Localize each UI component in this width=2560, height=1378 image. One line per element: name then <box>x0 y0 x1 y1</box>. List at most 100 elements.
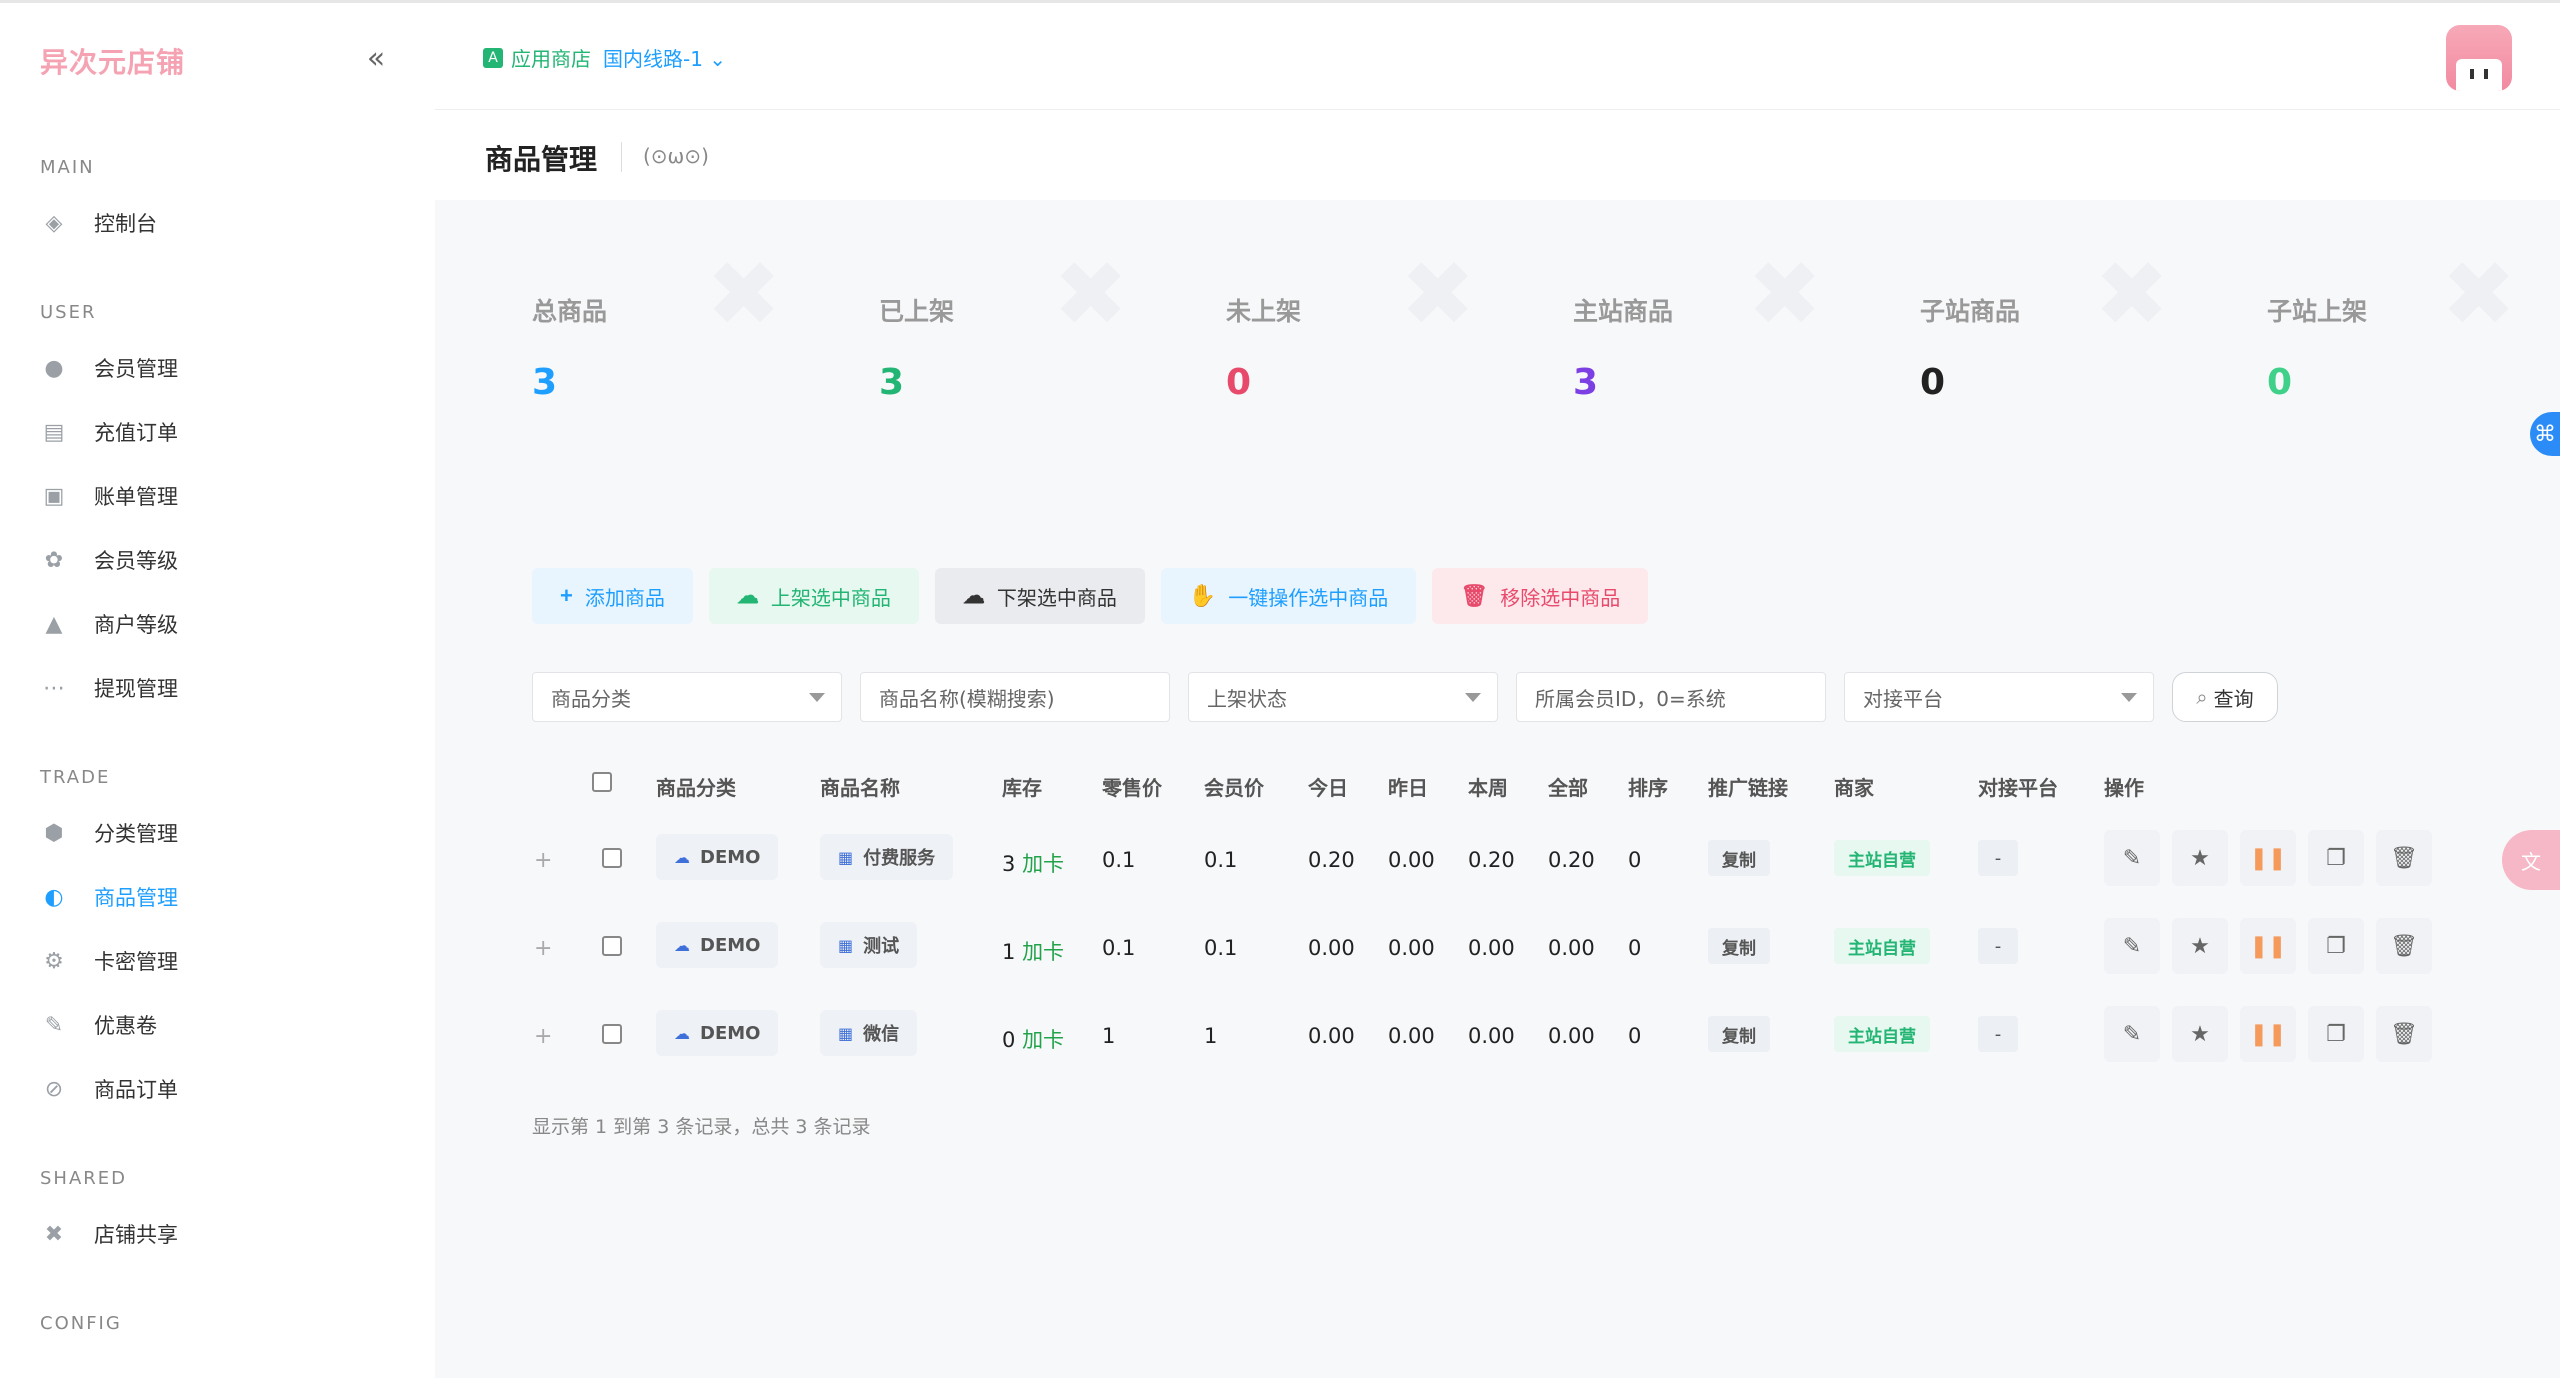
delete-button[interactable]: 🗑 <box>2376 830 2432 886</box>
sidebar-item-member-level[interactable]: ✿ 会员等级 <box>40 538 400 582</box>
delete-button[interactable]: 🗑 <box>2376 1006 2432 1062</box>
expand-row-icon[interactable]: + <box>534 848 552 873</box>
platform-select[interactable]: 对接平台 <box>1844 672 2154 722</box>
avatar[interactable] <box>2446 25 2512 91</box>
edit-button[interactable]: ✎ <box>2104 830 2160 886</box>
week-sales: 0.00 <box>1468 936 1515 960</box>
add-card-link[interactable]: 加卡 <box>1022 940 1064 964</box>
star-button[interactable]: ★ <box>2172 1006 2228 1062</box>
sort-value: 0 <box>1628 848 1642 872</box>
stat-value: 0 <box>2267 362 2293 403</box>
retail-price: 1 <box>1102 1024 1116 1048</box>
query-button[interactable]: ⌕ 查询 <box>2172 672 2278 722</box>
input-placeholder: 商品名称(模糊搜索) <box>879 686 1055 711</box>
add-goods-button[interactable]: + 添加商品 <box>532 568 693 624</box>
sidebar-item-withdraw[interactable]: ⋯ 提现管理 <box>40 666 400 710</box>
merchant-badge: 主站自营 <box>1834 928 1930 964</box>
input-placeholder: 所属会员ID，0=系统 <box>1535 686 1726 711</box>
stock-cell: 1 加卡 <box>1002 936 1064 966</box>
copy-button[interactable]: ❐ <box>2308 918 2364 974</box>
column-header: 商家 <box>1834 776 1874 800</box>
name-search-input[interactable]: 商品名称(模糊搜索) <box>860 672 1170 722</box>
sidebar-item-label: 会员管理 <box>94 357 178 381</box>
copy-link-button[interactable]: 复制 <box>1708 1016 1770 1052</box>
button-label: 查询 <box>2213 686 2254 711</box>
sidebar-item-coupons[interactable]: ✎ 优惠卷 <box>40 1003 400 1047</box>
dashboard-icon: ◈ <box>45 210 63 236</box>
stat-label: 总商品 <box>532 297 608 326</box>
sidebar-item-members[interactable]: ● 会员管理 <box>40 346 400 390</box>
stat-listed: ✖ 已上架 3 <box>843 250 1143 470</box>
platform-badge: - <box>1978 928 2018 964</box>
column-header: 排序 <box>1628 776 1668 800</box>
card-icon: ⚙ <box>44 948 64 974</box>
stock-cell: 0 加卡 <box>1002 1024 1064 1054</box>
tag-label: DEMO <box>700 934 761 956</box>
sidebar-item-label: 充值订单 <box>94 421 178 445</box>
translate-icon[interactable]: 文 <box>2502 830 2560 890</box>
expand-row-icon[interactable]: + <box>534 1024 552 1049</box>
column-header: 操作 <box>2104 776 2144 800</box>
stat-value: 3 <box>532 362 558 403</box>
sidebar-item-dashboard[interactable]: ◈ 控制台 <box>40 201 400 245</box>
cloud-icon: ☁ <box>674 1023 690 1043</box>
collapse-sidebar-icon[interactable]: « <box>358 41 394 77</box>
sidebar-item-merchant-level[interactable]: ▲ 商户等级 <box>40 602 400 646</box>
column-header: 库存 <box>1002 776 1042 800</box>
member-id-input[interactable]: 所属会员ID，0=系统 <box>1516 672 1826 722</box>
button-label: 上架选中商品 <box>770 587 891 610</box>
expand-row-icon[interactable]: + <box>534 936 552 961</box>
batch-operate-button[interactable]: ✋ 一键操作选中商品 <box>1160 568 1417 624</box>
list-selected-button[interactable]: ☁ 上架选中商品 <box>708 568 919 624</box>
copy-button[interactable]: ❐ <box>2308 830 2364 886</box>
remove-selected-button[interactable]: 🗑 移除选中商品 <box>1432 568 1649 624</box>
line-select[interactable]: 国内线路-1 ⌄ <box>603 43 726 72</box>
stat-sub-site: ✖ 子站商品 0 <box>1884 250 2184 470</box>
row-checkbox[interactable] <box>602 848 622 868</box>
floating-tool-icon[interactable]: ⌘ <box>2530 412 2560 456</box>
level-icon: ✿ <box>44 547 64 573</box>
sidebar-item-category[interactable]: ⬢ 分类管理 <box>40 811 400 855</box>
select-all-checkbox[interactable] <box>592 772 612 792</box>
app-store-link[interactable]: A 应用商店 国内线路-1 ⌄ <box>483 43 726 72</box>
goods-name-tag[interactable]: ▦ 付费服务 <box>820 834 954 880</box>
edit-button[interactable]: ✎ <box>2104 918 2160 974</box>
nav-section-user: USER <box>40 302 97 323</box>
sidebar-item-recharge[interactable]: ▤ 充值订单 <box>40 410 400 454</box>
row-checkbox[interactable] <box>602 936 622 956</box>
copy-button[interactable]: ❐ <box>2308 1006 2364 1062</box>
star-button[interactable]: ★ <box>2172 830 2228 886</box>
cloud-download-icon: ☁ <box>962 583 985 608</box>
sidebar-item-share[interactable]: ✖ 店铺共享 <box>40 1212 400 1256</box>
button-label: 下架选中商品 <box>996 587 1117 610</box>
add-card-link[interactable]: 加卡 <box>1022 1028 1064 1052</box>
sidebar-item-orders[interactable]: ⊘ 商品订单 <box>40 1067 400 1111</box>
pause-button[interactable]: ❚❚ <box>2240 830 2296 886</box>
sidebar-item-cards[interactable]: ⚙ 卡密管理 <box>40 939 400 983</box>
sidebar-item-bills[interactable]: ▣ 账单管理 <box>40 474 400 518</box>
week-sales: 0.20 <box>1468 848 1515 872</box>
unlist-selected-button[interactable]: ☁ 下架选中商品 <box>934 568 1145 624</box>
edit-button[interactable]: ✎ <box>2104 1006 2160 1062</box>
add-card-link[interactable]: 加卡 <box>1022 852 1064 876</box>
column-header: 会员价 <box>1204 776 1264 800</box>
all-sales: 0.00 <box>1548 936 1595 960</box>
stat-label: 子站商品 <box>1920 297 2021 326</box>
yesterday-sales: 0.00 <box>1388 1024 1435 1048</box>
copy-link-button[interactable]: 复制 <box>1708 928 1770 964</box>
table-row: + ☁ DEMO ▦ 测试 1 加卡 0.1 0.1 0.00 0.00 0.00 … <box>532 912 2432 992</box>
pause-button[interactable]: ❚❚ <box>2240 918 2296 974</box>
category-select[interactable]: 商品分类 <box>532 672 842 722</box>
stat-deco-icon: ✖ <box>2441 242 2517 347</box>
goods-name-tag[interactable]: ▦ 测试 <box>820 922 918 968</box>
status-select[interactable]: 上架状态 <box>1188 672 1498 722</box>
pause-button[interactable]: ❚❚ <box>2240 1006 2296 1062</box>
goods-thumb-icon: ▦ <box>838 1023 854 1043</box>
row-checkbox[interactable] <box>602 1024 622 1044</box>
brand-logo[interactable]: 异次元店铺 <box>40 41 185 81</box>
sidebar-item-goods[interactable]: ◐ 商品管理 <box>40 875 400 919</box>
goods-name-tag[interactable]: ▦ 微信 <box>820 1010 918 1056</box>
star-button[interactable]: ★ <box>2172 918 2228 974</box>
delete-button[interactable]: 🗑 <box>2376 918 2432 974</box>
copy-link-button[interactable]: 复制 <box>1708 840 1770 876</box>
